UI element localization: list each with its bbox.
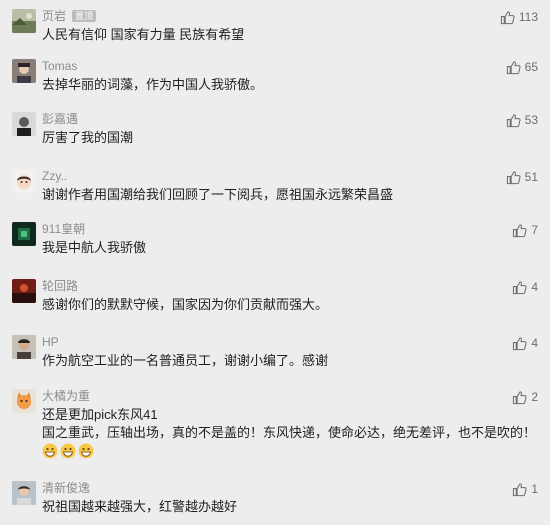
comment-text: 我是中航人我骄傲	[42, 240, 147, 255]
emoji-row	[42, 443, 537, 459]
comment-item: 彭嘉遇 厉害了我的国潮 53	[0, 112, 550, 148]
comment-item: 清新俊逸 祝祖国越来越强大，红警越办越好 1	[0, 481, 550, 517]
thumbs-up-icon	[513, 482, 527, 496]
comment-text: 人民有信仰 国家有力量 民族有希望	[42, 27, 245, 42]
like-count: 51	[524, 170, 538, 184]
comment-item: 页岩 置顶 人民有信仰 国家有力量 民族有希望 113	[0, 9, 550, 45]
comment-text: 厉害了我的国潮	[42, 130, 134, 145]
thumbs-up-icon	[506, 170, 521, 184]
commenter-name: Zzy..	[42, 169, 68, 183]
landscape-avatar-icon[interactable]	[12, 9, 36, 33]
comment-item: 轮回路 感谢你们的默默守候，国家因为你们贡献而强大。 4	[0, 279, 550, 315]
like-count: 7	[531, 223, 538, 237]
dark-emblem-avatar-icon[interactable]	[12, 222, 36, 246]
comment-text-line: 还是更加pick东风41	[42, 407, 158, 422]
grin-emoji-icon	[78, 443, 94, 459]
comment-item: 大橘为重 还是更加pick东风41 国之重武，压轴出场，真的不是盖的！东风快递，…	[0, 389, 550, 461]
commenter-name: 大橘为重	[42, 389, 91, 403]
pinned-badge: 置顶	[72, 10, 97, 22]
grin-emoji-icon	[60, 443, 76, 459]
like-button[interactable]: 2	[512, 389, 538, 405]
comment-item: Tomas 去掉华丽的词藻，作为中国人我骄傲。 65	[0, 59, 550, 95]
like-count: 2	[531, 390, 538, 404]
like-button[interactable]: 4	[512, 279, 538, 295]
thumbs-up-icon	[500, 10, 515, 24]
red-landscape-avatar-icon[interactable]	[12, 279, 36, 303]
like-count: 4	[531, 336, 538, 350]
comment-text-line: 国之重武，压轴出场，真的不是盖的！东风快递，使命必达，绝无差评，也不是吹的！	[42, 425, 537, 440]
commenter-name: HP	[42, 335, 59, 349]
comment-item: HP 作为航空工业的一名普通员工，谢谢小编了。感谢 4	[0, 335, 550, 371]
commenter-name: 清新俊逸	[42, 481, 91, 495]
thumbs-up-icon	[506, 60, 521, 74]
commenter-name: 页岩 置顶	[42, 9, 97, 23]
like-count: 4	[531, 280, 538, 294]
like-count: 113	[518, 10, 538, 24]
thumbs-up-icon	[513, 390, 527, 404]
comment-text: 谢谢作者用国潮给我们回顾了一下阅兵，愿祖国永远繁荣昌盛	[42, 187, 394, 202]
portrait-avatar-icon[interactable]	[12, 112, 36, 136]
commenter-name: 彭嘉遇	[42, 112, 79, 126]
comment-list: 页岩 置顶 人民有信仰 国家有力量 民族有希望 113 Tomas 去掉华丽的词藻…	[0, 0, 550, 525]
thumbs-up-icon	[513, 280, 527, 294]
comment-text: 祝祖国越来越强大，红警越办越好	[42, 499, 238, 514]
thumbs-up-icon	[513, 336, 527, 350]
grin-emoji-icon	[42, 443, 58, 459]
comment-item: 911皇朝 我是中航人我骄傲 7	[0, 222, 550, 258]
like-button[interactable]: 65	[506, 59, 538, 75]
cartoon-avatar-icon[interactable]	[12, 169, 36, 193]
comment-text: 去掉华丽的词藻，作为中国人我骄傲。	[42, 77, 264, 92]
like-button[interactable]: 4	[512, 335, 538, 351]
like-button[interactable]: 7	[512, 222, 538, 238]
comment-item: Zzy.. 谢谢作者用国潮给我们回顾了一下阅兵，愿祖国永远繁荣昌盛 51	[0, 169, 550, 205]
comment-text: 作为航空工业的一名普通员工，谢谢小编了。感谢	[42, 353, 329, 368]
commenter-name: 911皇朝	[42, 222, 86, 236]
thumbs-up-icon	[506, 113, 521, 127]
cat-avatar-icon[interactable]	[12, 389, 36, 413]
thumbs-up-icon	[513, 223, 527, 237]
like-button[interactable]: 1	[512, 481, 538, 497]
portrait-avatar-icon[interactable]	[12, 335, 36, 359]
commenter-name: Tomas	[42, 59, 78, 73]
like-button[interactable]: 113	[500, 9, 538, 25]
portrait-avatar-icon[interactable]	[12, 59, 36, 83]
like-count: 65	[524, 60, 538, 74]
comment-text: 感谢你们的默默守候，国家因为你们贡献而强大。	[42, 297, 329, 312]
commenter-name: 轮回路	[42, 279, 79, 293]
like-button[interactable]: 53	[506, 112, 538, 128]
like-button[interactable]: 51	[506, 169, 538, 185]
portrait-avatar-icon[interactable]	[12, 481, 36, 505]
like-count: 1	[531, 482, 538, 496]
like-count: 53	[524, 113, 538, 127]
comment-text: 还是更加pick东风41 国之重武，压轴出场，真的不是盖的！东风快递，使命必达，…	[42, 406, 537, 459]
